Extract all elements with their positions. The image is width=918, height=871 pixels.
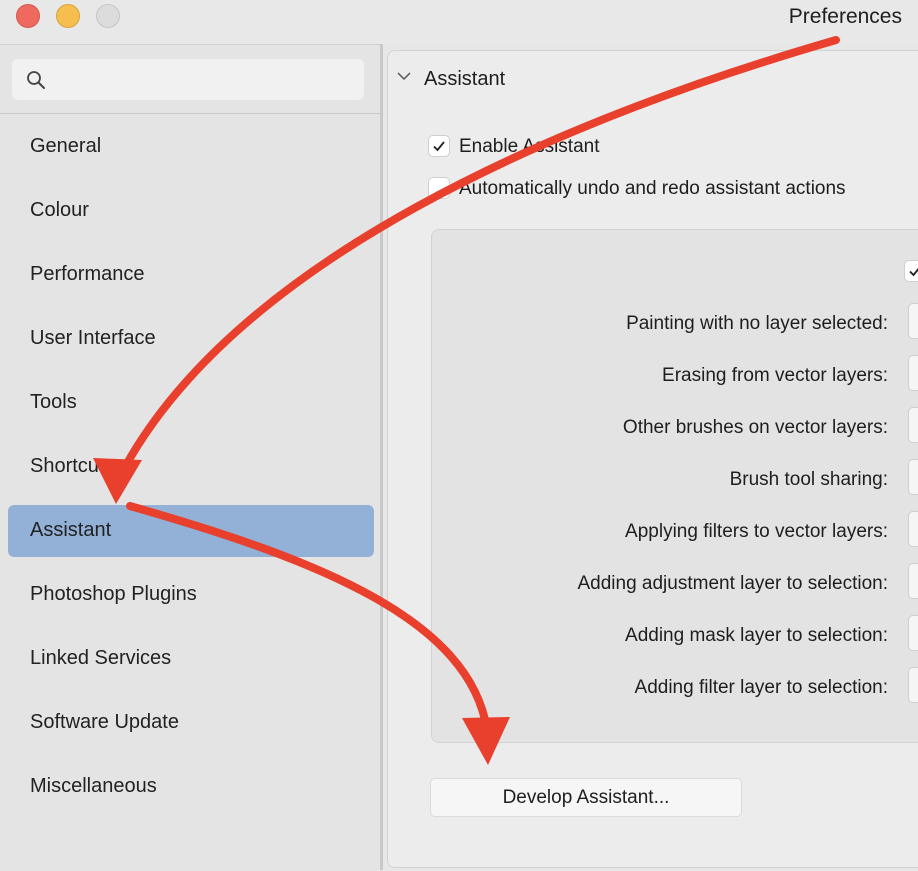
sidebar-item-linked-services[interactable]: Linked Services (8, 633, 374, 685)
option-label: Adding adjustment layer to selection: (577, 573, 888, 594)
sidebar-item-label: Linked Services (30, 647, 172, 669)
sidebar-item-label: Colour (30, 199, 89, 221)
sidebar-item-label: Software Update (30, 711, 179, 733)
option-label: Other brushes on vector layers: (622, 417, 888, 438)
sidebar-item-label: Photoshop Plugins (30, 583, 197, 605)
checkmark-icon (433, 141, 445, 152)
sidebar-item-label: Miscellaneous (30, 775, 157, 797)
search-field[interactable] (12, 59, 364, 100)
option-dropdown[interactable] (908, 459, 918, 495)
option-label: Adding filter layer to selection: (634, 677, 888, 698)
sidebar-item-software-update[interactable]: Software Update (8, 697, 374, 749)
section-title: Assistant (424, 68, 506, 90)
close-window-button[interactable] (16, 4, 40, 28)
window-title: Preferences (788, 5, 902, 28)
checkmark-icon (909, 268, 918, 277)
option-dropdown[interactable] (908, 615, 918, 651)
assistant-settings-panel: Assistant Enable Assistant Automatically… (387, 50, 918, 868)
sidebar-item-label: Tools (30, 391, 77, 413)
minimize-window-button[interactable] (56, 4, 80, 28)
develop-assistant-button[interactable]: Develop Assistant... (430, 778, 742, 817)
sidebar-item-label: User Interface (30, 327, 156, 349)
option-label: Erasing from vector layers: (662, 365, 888, 386)
option-dropdown[interactable] (908, 563, 918, 599)
sidebar-item-performance[interactable]: Performance (8, 249, 374, 301)
sidebar-item-label: Performance (30, 263, 145, 285)
option-label: Brush tool sharing: (729, 469, 888, 490)
option-dropdown[interactable] (908, 407, 918, 443)
option-label: Adding mask layer to selection: (625, 625, 888, 646)
assistant-options-group: Painting with no layer selected: Erasing… (431, 229, 918, 743)
enable-assistant-checkbox[interactable] (428, 135, 450, 157)
option-dropdown[interactable] (908, 355, 918, 391)
sidebar-item-photoshop-plugins[interactable]: Photoshop Plugins (8, 569, 374, 621)
sidebar-item-assistant[interactable]: Assistant (8, 505, 374, 557)
chevron-down-icon[interactable] (396, 69, 412, 83)
option-label: Painting with no layer selected: (626, 313, 888, 334)
sidebar-item-tools[interactable]: Tools (8, 377, 374, 429)
option-label: Applying filters to vector layers: (625, 521, 888, 542)
sidebar-item-label: General (30, 135, 102, 157)
split-view-divider[interactable] (380, 44, 383, 870)
search-icon (27, 71, 45, 89)
auto-undo-label: Automatically undo and redo assistant ac… (459, 178, 846, 199)
zoom-window-button[interactable] (96, 4, 120, 28)
search-input[interactable] (56, 65, 360, 95)
option-dropdown[interactable] (908, 511, 918, 547)
auto-undo-checkbox[interactable] (428, 177, 450, 199)
sidebar-separator (0, 113, 380, 114)
sidebar: General Colour Performance User Interfac… (0, 44, 380, 871)
title-bar: Preferences (0, 0, 918, 44)
sidebar-item-user-interface[interactable]: User Interface (8, 313, 374, 365)
sidebar-item-general[interactable]: General (8, 121, 374, 173)
option-dropdown[interactable] (908, 667, 918, 703)
option-dropdown[interactable] (908, 303, 918, 339)
sidebar-item-shortcuts[interactable]: Shortcuts (8, 441, 374, 493)
enable-assistant-label: Enable Assistant (459, 136, 600, 157)
assistant-option-checkbox[interactable] (904, 260, 918, 282)
sidebar-item-colour[interactable]: Colour (8, 185, 374, 237)
sidebar-item-miscellaneous[interactable]: Miscellaneous (8, 761, 374, 813)
sidebar-item-label: Assistant (30, 519, 112, 541)
sidebar-item-label: Shortcuts (30, 455, 115, 477)
